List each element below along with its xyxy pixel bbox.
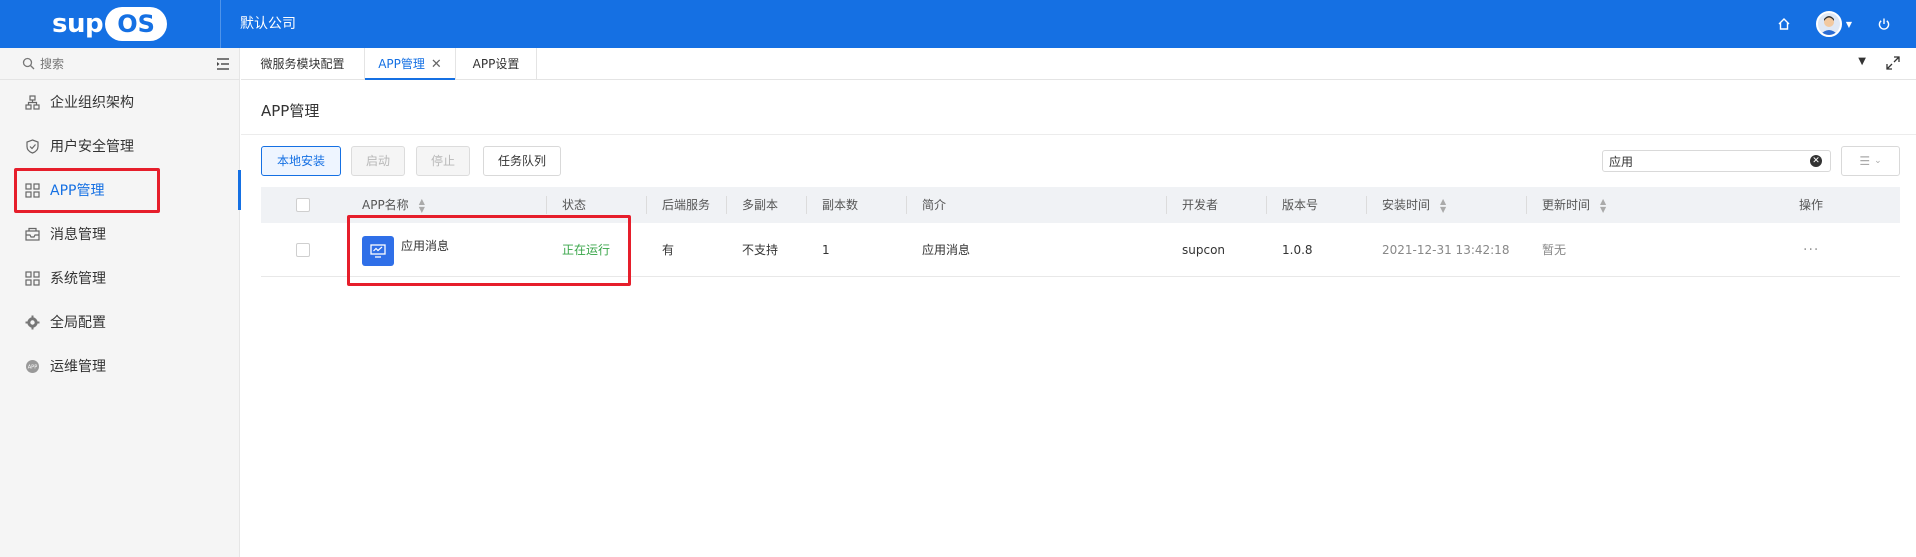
- gear-icon: [24, 314, 40, 330]
- column-separator: [906, 196, 907, 214]
- install-time: 2021-12-31 13:42:18: [1382, 243, 1510, 257]
- description: 应用消息: [922, 243, 971, 257]
- sidebar-search-input[interactable]: [40, 55, 190, 73]
- sidebar-item-ops[interactable]: APP 运维管理: [0, 344, 240, 388]
- close-icon[interactable]: ✕: [431, 49, 442, 81]
- sidebar-item-label: 系统管理: [50, 271, 106, 287]
- collapse-menu-icon[interactable]: [216, 57, 230, 71]
- sidebar-item-org[interactable]: 企业组织架构: [0, 80, 240, 124]
- column-separator: [1166, 196, 1167, 214]
- chevron-down-icon: ⌄: [1874, 156, 1882, 166]
- list-icon: ☰: [1859, 154, 1871, 168]
- backend-service: 有: [662, 243, 675, 257]
- sidebar-item-user-security[interactable]: 用户安全管理: [0, 124, 240, 168]
- developer: supcon: [1182, 243, 1226, 257]
- column-settings-button[interactable]: ☰ ⌄: [1841, 146, 1900, 176]
- sidebar-search: [0, 48, 240, 80]
- col-developer: 开发者: [1182, 198, 1219, 212]
- sidebar-menu: 企业组织架构 用户安全管理 APP管理 消息管理 系统管理 全局配置 APP 运…: [0, 80, 241, 388]
- sort-icon[interactable]: ▲ ▼: [419, 197, 425, 214]
- shield-icon: [24, 138, 40, 154]
- tab-separator: [536, 48, 537, 80]
- search-icon: [22, 57, 35, 70]
- user-menu[interactable]: ▼: [1815, 11, 1852, 37]
- local-install-button[interactable]: 本地安装: [261, 146, 341, 176]
- version: 1.0.8: [1282, 243, 1313, 257]
- sidebar-item-label: 企业组织架构: [50, 95, 134, 111]
- col-backend: 后端服务: [662, 198, 711, 212]
- highlight-box-menu: [14, 168, 160, 213]
- sidebar-item-label: 全局配置: [50, 315, 106, 331]
- fullscreen-icon[interactable]: [1886, 56, 1900, 70]
- logo-prefix: sup: [52, 9, 104, 39]
- page-title: APP管理: [261, 102, 320, 120]
- grid-icon: [24, 270, 40, 286]
- column-separator: [806, 196, 807, 214]
- column-separator: [1526, 196, 1527, 214]
- sidebar-item-label: 用户安全管理: [50, 139, 134, 155]
- app-badge-icon: APP: [24, 358, 40, 374]
- multi-replica: 不支持: [742, 243, 779, 257]
- supos-logo[interactable]: sup OS: [52, 6, 168, 42]
- col-install-time[interactable]: 安装时间 ▲ ▼: [1382, 187, 1446, 223]
- column-separator: [1266, 196, 1267, 214]
- row-checkbox[interactable]: [296, 243, 310, 257]
- col-description: 简介: [922, 198, 947, 212]
- title-divider: [241, 134, 1916, 135]
- sidebar-item-system[interactable]: 系统管理: [0, 256, 240, 300]
- power-icon[interactable]: [1874, 14, 1894, 34]
- org-chart-icon: [24, 94, 40, 110]
- col-replicas: 副本数: [822, 198, 859, 212]
- tab-bar: 微服务模块配置 APP管理 ✕ APP设置 ▼: [241, 48, 1916, 80]
- replica-count: 1: [822, 243, 830, 257]
- sidebar-item-global-config[interactable]: 全局配置: [0, 300, 240, 344]
- home-icon[interactable]: [1774, 14, 1794, 34]
- sidebar-item-messages[interactable]: 消息管理: [0, 212, 240, 256]
- chevron-down-icon: ▼: [1845, 19, 1852, 29]
- company-name[interactable]: 默认公司: [240, 0, 296, 48]
- sidebar-item-label: 运维管理: [50, 359, 106, 375]
- sidebar-item-label: 消息管理: [50, 227, 106, 243]
- col-actions: 操作: [1799, 198, 1824, 212]
- caret-down-icon[interactable]: ▼: [1858, 56, 1866, 70]
- highlight-box-row: [347, 215, 631, 286]
- filter-input[interactable]: [1609, 153, 1799, 169]
- task-queue-button[interactable]: 任务队列: [483, 146, 561, 176]
- more-actions-icon[interactable]: ···: [1803, 223, 1819, 277]
- stop-button[interactable]: 停止: [416, 146, 470, 176]
- tab-microservice-config[interactable]: 微服务模块配置: [241, 48, 364, 80]
- tab-app-settings[interactable]: APP设置: [456, 48, 536, 80]
- select-all-checkbox[interactable]: [296, 198, 310, 212]
- sidebar: 企业组织架构 用户安全管理 APP管理 消息管理 系统管理: [0, 48, 241, 557]
- sort-icon[interactable]: ▲ ▼: [1600, 197, 1606, 214]
- update-time: 暂无: [1542, 243, 1567, 257]
- avatar: [1815, 11, 1842, 37]
- column-separator: [726, 196, 727, 214]
- column-separator: [546, 196, 547, 214]
- filter-input-box[interactable]: ✕: [1602, 150, 1831, 172]
- col-multi-replica: 多副本: [742, 198, 779, 212]
- tab-app-management[interactable]: APP管理 ✕: [365, 48, 455, 80]
- col-version: 版本号: [1282, 198, 1319, 212]
- column-separator: [1366, 196, 1367, 214]
- logo-cloud: OS: [105, 7, 168, 41]
- column-separator: [646, 196, 647, 214]
- svg-text:APP: APP: [27, 364, 36, 370]
- header-divider: [220, 0, 221, 48]
- inbox-icon: [24, 226, 40, 242]
- top-bar: sup OS 默认公司 ▼: [0, 0, 1916, 48]
- sort-icon[interactable]: ▲ ▼: [1440, 197, 1446, 214]
- clear-icon[interactable]: ✕: [1810, 155, 1822, 167]
- start-button[interactable]: 启动: [351, 146, 405, 176]
- col-update-time[interactable]: 更新时间 ▲ ▼: [1542, 187, 1606, 223]
